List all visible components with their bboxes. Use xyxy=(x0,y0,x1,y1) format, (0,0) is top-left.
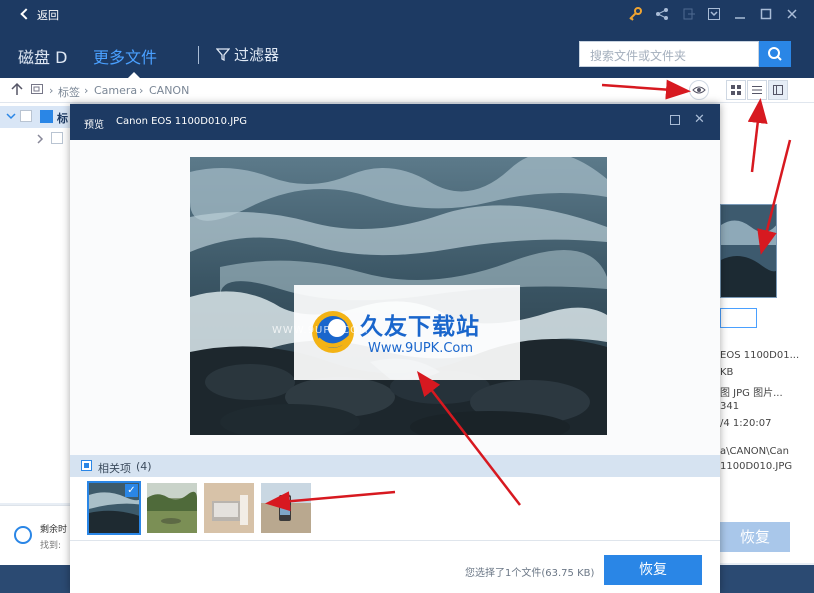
preview-footer: 您选择了1个文件(63.75 KB) 恢复 xyxy=(70,541,720,593)
preview-image-area: 久友下载站 Www.9UPK.Com WWW.9UPK.COM xyxy=(70,140,720,455)
related-items-count: (4) xyxy=(136,460,152,473)
tree-row[interactable] xyxy=(0,128,70,150)
grid-view-button[interactable] xyxy=(726,80,746,100)
share-icon[interactable] xyxy=(655,7,669,21)
related-checkbox[interactable] xyxy=(81,460,92,471)
preview-title-bar: 预览 Canon EOS 1100D010.JPG ✕ xyxy=(70,104,720,140)
tree-row-label: 标 xyxy=(57,112,68,125)
key-icon[interactable] xyxy=(628,7,642,21)
watermark-faint-url: WWW.9UPK.COM xyxy=(272,325,369,336)
preview-maximize-icon[interactable] xyxy=(670,115,680,125)
tag-icon xyxy=(40,110,53,123)
checkmark-icon: ✓ xyxy=(125,484,138,497)
detail-path-2: 1100D010.JPG xyxy=(720,461,793,472)
file-details-panel: EOS 1100D01... KB 图 JPG 图片... 341 /4 1:2… xyxy=(720,103,814,563)
eye-icon xyxy=(692,86,706,94)
watermark-url: Www.9UPK.Com xyxy=(368,341,474,356)
maximize-icon[interactable] xyxy=(759,7,773,21)
chevron-right-icon xyxy=(36,134,44,147)
chevron-left-icon xyxy=(20,8,32,20)
nav-divider xyxy=(198,46,199,64)
chevron-down-icon xyxy=(6,111,16,124)
breadcrumb-item[interactable]: 标签 xyxy=(58,84,80,100)
back-button[interactable]: 返回 xyxy=(20,7,59,23)
list-view-button[interactable] xyxy=(747,80,767,100)
preview-pane-icon xyxy=(773,85,783,95)
restore-button[interactable]: 恢复 xyxy=(604,555,702,585)
related-items-label: 相关项 xyxy=(98,462,131,475)
detail-size: KB xyxy=(720,367,734,378)
tab-more-files[interactable]: 更多文件 xyxy=(93,44,157,68)
search-icon xyxy=(768,47,782,61)
grid-icon xyxy=(731,85,741,95)
list-icon xyxy=(752,86,762,94)
back-label: 返回 xyxy=(37,9,59,22)
detail-path: a\CANON\Can xyxy=(720,446,789,457)
watermark-overlay: 久友下载站 Www.9UPK.Com WWW.9UPK.COM xyxy=(272,285,520,380)
detail-thumbnail xyxy=(720,204,777,298)
folder-tree: 标 xyxy=(0,103,70,503)
close-icon[interactable] xyxy=(785,7,799,21)
up-arrow-icon[interactable] xyxy=(11,82,23,99)
related-thumbnail[interactable]: ✓ xyxy=(87,481,141,535)
filter-icon xyxy=(215,48,231,62)
filter-label: 过滤器 xyxy=(234,46,280,64)
folder-icon xyxy=(30,82,44,99)
related-thumbnail[interactable] xyxy=(204,483,254,533)
preview-title-label: 预览 xyxy=(84,120,104,131)
found-label: 找到: xyxy=(40,541,62,551)
tree-checkbox[interactable] xyxy=(51,132,63,144)
filter-button[interactable]: 过滤器 xyxy=(215,44,280,65)
preview-view-button[interactable] xyxy=(768,80,788,100)
rename-field[interactable] xyxy=(720,308,757,328)
title-bar: 返回 xyxy=(0,0,814,30)
search-button[interactable] xyxy=(759,41,791,67)
selection-status: 您选择了1个文件(63.75 KB) xyxy=(465,568,595,579)
preview-dialog: 预览 Canon EOS 1100D010.JPG ✕ 久友下载站 Www.9U… xyxy=(70,104,720,593)
breadcrumb-item[interactable]: CANON xyxy=(149,84,189,97)
preview-eye-button[interactable] xyxy=(689,80,709,100)
dropdown-icon[interactable] xyxy=(707,7,721,21)
detail-dimensions: 341 xyxy=(720,401,740,412)
nav-bar: 磁盘 D 更多文件 过滤器 搜索文件或文件夹 xyxy=(0,30,814,78)
related-thumbnail[interactable] xyxy=(147,483,197,533)
breadcrumb-item[interactable]: Camera xyxy=(94,84,137,97)
watermark-title: 久友下载站 xyxy=(360,314,480,340)
tree-row[interactable]: 标 xyxy=(0,106,70,128)
tab-disk[interactable]: 磁盘 D xyxy=(18,44,67,68)
detail-date: /4 1:20:07 xyxy=(720,418,772,429)
tree-checkbox[interactable] xyxy=(20,110,32,122)
detail-filename: EOS 1100D01... xyxy=(720,350,800,361)
exit-icon[interactable] xyxy=(682,7,696,21)
preview-close-icon[interactable]: ✕ xyxy=(694,112,705,127)
scan-status: 剩余时 找到: xyxy=(0,505,70,565)
search-input[interactable]: 搜索文件或文件夹 xyxy=(579,41,759,67)
restore-button-background: 恢复 xyxy=(720,522,790,552)
related-thumbnail[interactable] xyxy=(261,483,311,533)
related-items-header[interactable]: 相关项 (4) xyxy=(70,455,720,477)
time-remaining-label: 剩余时 xyxy=(40,525,68,535)
detail-type: 图 JPG 图片... xyxy=(720,388,783,399)
related-thumbnails: ✓ xyxy=(70,477,720,541)
preview-file-name: Canon EOS 1100D010.JPG xyxy=(116,116,247,127)
scan-progress-icon xyxy=(14,526,32,544)
minimize-icon[interactable] xyxy=(733,7,747,21)
